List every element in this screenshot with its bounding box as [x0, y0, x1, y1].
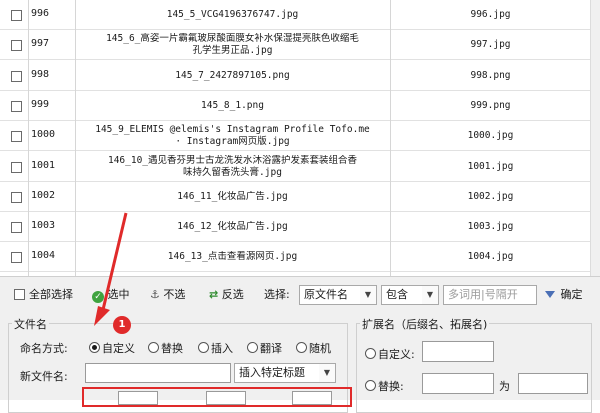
step-badge: 1	[113, 316, 131, 334]
annotation-arrow	[94, 212, 128, 326]
